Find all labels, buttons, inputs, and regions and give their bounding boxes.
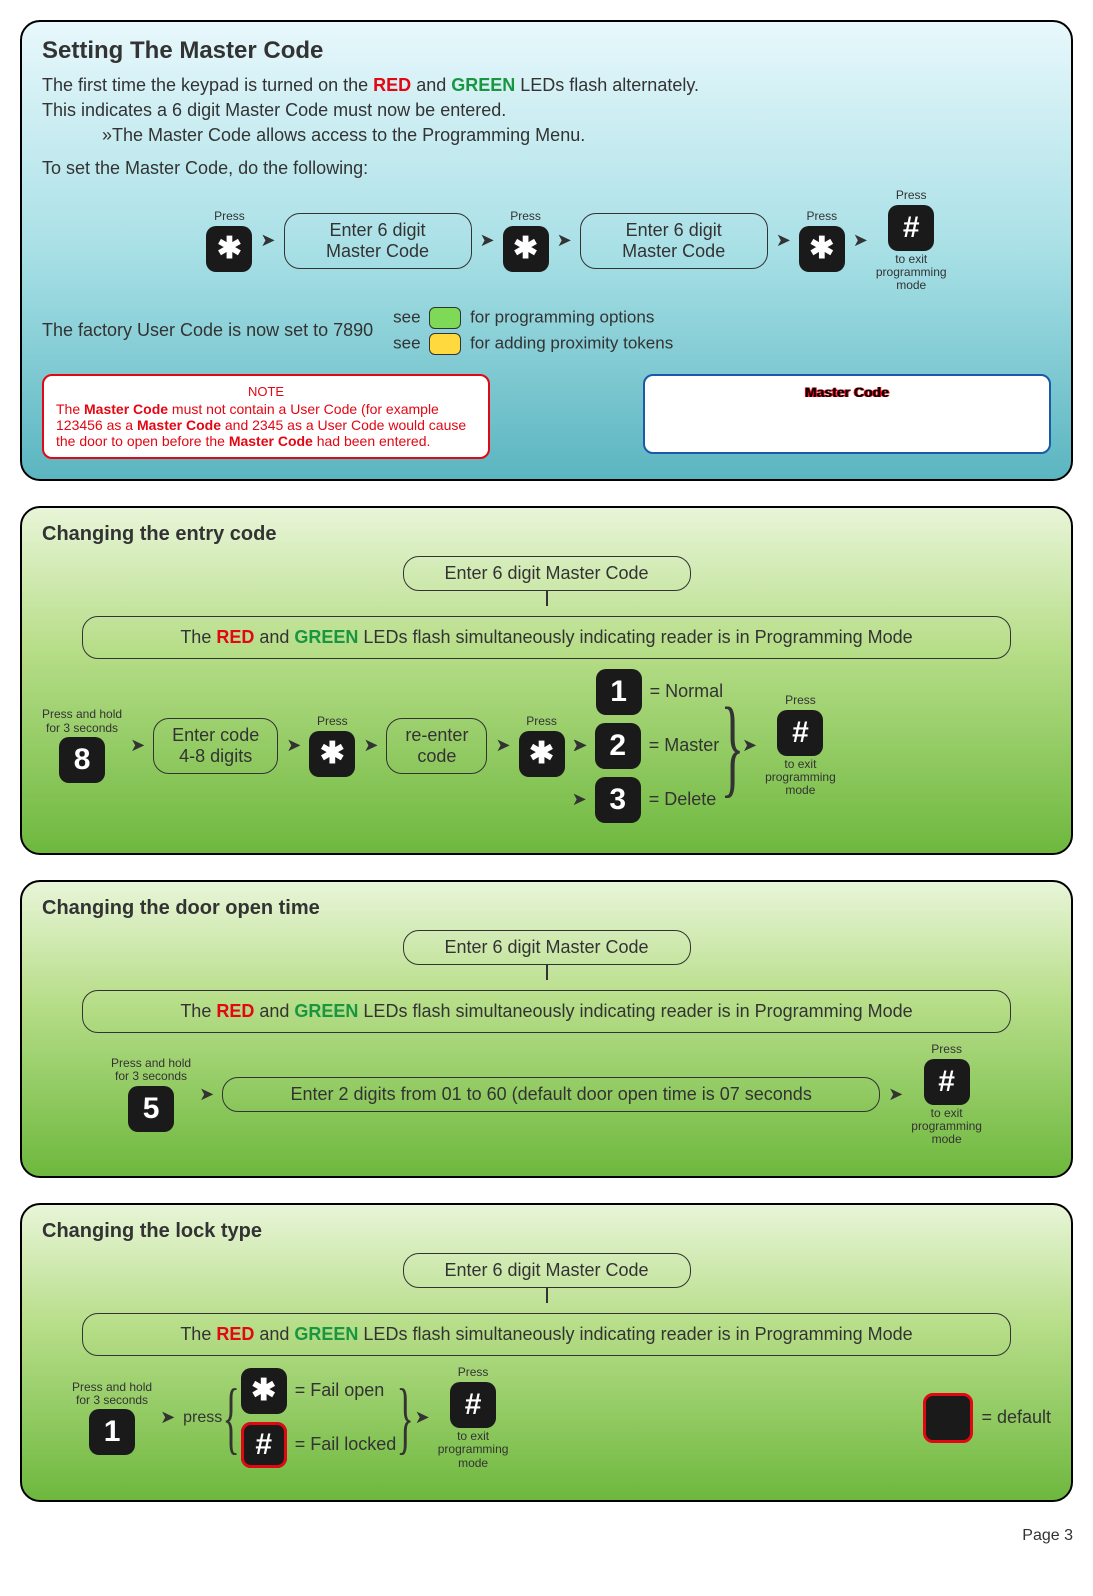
yellow-chip-icon — [429, 333, 461, 355]
brace-close-icon: } — [397, 1390, 414, 1446]
arrow-icon: ➤ — [776, 230, 791, 251]
press-label: Press — [785, 694, 816, 708]
exit-label: to exit programming mode — [765, 758, 836, 798]
key-3: 3 — [595, 777, 641, 823]
programming-mode-banner: The RED and GREEN LEDs flash simultaneou… — [82, 990, 1011, 1033]
hold-label: Press and hold for 3 seconds — [42, 708, 122, 734]
connector-line — [546, 591, 548, 606]
arrow-icon: ➤ — [572, 735, 587, 756]
hash-key: # — [888, 205, 934, 251]
factory-code-text: The factory User Code is now set to 7890 — [42, 320, 373, 341]
arrow-icon: ➤ — [160, 1407, 175, 1428]
master-label: = Master — [649, 735, 720, 756]
brace-icon: } — [721, 702, 745, 790]
star-key: ✱ — [206, 226, 252, 272]
arrow-icon: ➤ — [260, 230, 275, 251]
arrow-icon: ➤ — [130, 735, 145, 756]
star-key: ✱ — [519, 731, 565, 777]
section3-title: Changing the door open time — [42, 897, 1051, 920]
normal-label: = Normal — [650, 681, 724, 702]
arrow-icon: ➤ — [495, 735, 510, 756]
master-code-box: Master Code — [643, 374, 1051, 454]
brace-open-icon: { — [223, 1390, 240, 1446]
section2-title: Changing the entry code — [42, 523, 1051, 546]
hash-key: # — [777, 710, 823, 756]
press-label: Press — [510, 210, 541, 224]
hash-key: # — [450, 1382, 496, 1428]
key-1: 1 — [89, 1409, 135, 1455]
connector-line — [546, 965, 548, 980]
exit-label: to exit programming mode — [438, 1430, 509, 1470]
fail-locked-label: = Fail locked — [295, 1434, 397, 1455]
enter-master-pill: Enter 6 digit Master Code — [403, 1253, 691, 1288]
press-label: Press — [214, 210, 245, 224]
key-8: 8 — [59, 737, 105, 783]
key-1: 1 — [596, 669, 642, 715]
section1-intro1: The first time the keypad is turned on t… — [42, 75, 1051, 96]
star-key: ✱ — [241, 1368, 287, 1414]
door-time-sequence: Press and hold for 3 seconds 5 ➤ Enter 2… — [42, 1043, 1051, 1147]
arrow-icon: ➤ — [557, 230, 572, 251]
page-number: Page 3 — [20, 1527, 1073, 1545]
entry-code-sequence: Press and hold for 3 seconds 8 ➤ Enter c… — [42, 669, 1051, 823]
changing-lock-type-panel: Changing the lock type Enter 6 digit Mas… — [20, 1203, 1073, 1502]
green-chip-icon — [429, 307, 461, 329]
programming-mode-banner: The RED and GREEN LEDs flash simultaneou… — [82, 616, 1011, 659]
enter-master-code-pill: Enter 6 digit Master Code — [580, 213, 768, 269]
default-label: = default — [981, 1407, 1051, 1428]
arrow-icon: ➤ — [853, 230, 868, 251]
section1-intro3: »The Master Code allows access to the Pr… — [102, 125, 1051, 146]
press-label: Press — [806, 210, 837, 224]
hold-label: Press and hold for 3 seconds — [72, 1381, 152, 1407]
section1-intro2: This indicates a 6 digit Master Code mus… — [42, 100, 1051, 121]
fail-open-label: = Fail open — [295, 1380, 385, 1401]
arrow-icon: ➤ — [480, 230, 495, 251]
arrow-icon: ➤ — [199, 1084, 214, 1105]
enter-master-code-pill: Enter 6 digit Master Code — [284, 213, 472, 269]
section4-title: Changing the lock type — [42, 1220, 1051, 1243]
star-key: ✱ — [799, 226, 845, 272]
press-word: press — [183, 1409, 222, 1427]
lock-type-sequence: Press and hold for 3 seconds 1 ➤ press {… — [72, 1366, 1051, 1470]
enter-master-pill: Enter 6 digit Master Code — [403, 556, 691, 591]
arrow-icon: ➤ — [363, 735, 378, 756]
note-box: NOTE The Master Code must not contain a … — [42, 374, 490, 459]
changing-door-open-time-panel: Changing the door open time Enter 6 digi… — [20, 880, 1073, 1179]
hash-key: # — [924, 1059, 970, 1105]
arrow-icon: ➤ — [286, 735, 301, 756]
press-label: Press — [931, 1043, 962, 1057]
arrow-icon: ➤ — [572, 789, 587, 810]
note-title: NOTE — [56, 384, 476, 399]
key-2: 2 — [595, 723, 641, 769]
press-label: Press — [896, 189, 927, 203]
delete-label: = Delete — [649, 789, 717, 810]
exit-label: to exit programming mode — [911, 1107, 982, 1147]
programming-mode-banner: The RED and GREEN LEDs flash simultaneou… — [82, 1313, 1011, 1356]
master-code-sequence: Press ✱ ➤ Enter 6 digit Master Code ➤ Pr… — [102, 189, 1051, 293]
press-label: Press — [317, 715, 348, 729]
section1-intro4: To set the Master Code, do the following… — [42, 158, 1051, 179]
reenter-code-pill: re-enter code — [386, 718, 487, 774]
key-5: 5 — [128, 1086, 174, 1132]
default-chip-icon — [923, 1393, 973, 1443]
arrow-icon: ➤ — [888, 1084, 903, 1105]
hash-key-default: # — [241, 1422, 287, 1468]
exit-label: to exit programming mode — [876, 253, 947, 293]
setting-master-code-panel: Setting The Master Code The first time t… — [20, 20, 1073, 481]
arrow-icon: ➤ — [415, 1407, 430, 1428]
press-label: Press — [458, 1366, 489, 1380]
enter-code-pill: Enter code 4-8 digits — [153, 718, 278, 774]
enter-master-pill: Enter 6 digit Master Code — [403, 930, 691, 965]
enter-digits-pill: Enter 2 digits from 01 to 60 (default do… — [222, 1077, 880, 1112]
connector-line — [546, 1288, 548, 1303]
master-code-box-title: Master Code — [805, 384, 889, 400]
press-label: Press — [526, 715, 557, 729]
hold-label: Press and hold for 3 seconds — [111, 1057, 191, 1083]
star-key: ✱ — [309, 731, 355, 777]
star-key: ✱ — [503, 226, 549, 272]
section1-title: Setting The Master Code — [42, 37, 1051, 65]
changing-entry-code-panel: Changing the entry code Enter 6 digit Ma… — [20, 506, 1073, 855]
